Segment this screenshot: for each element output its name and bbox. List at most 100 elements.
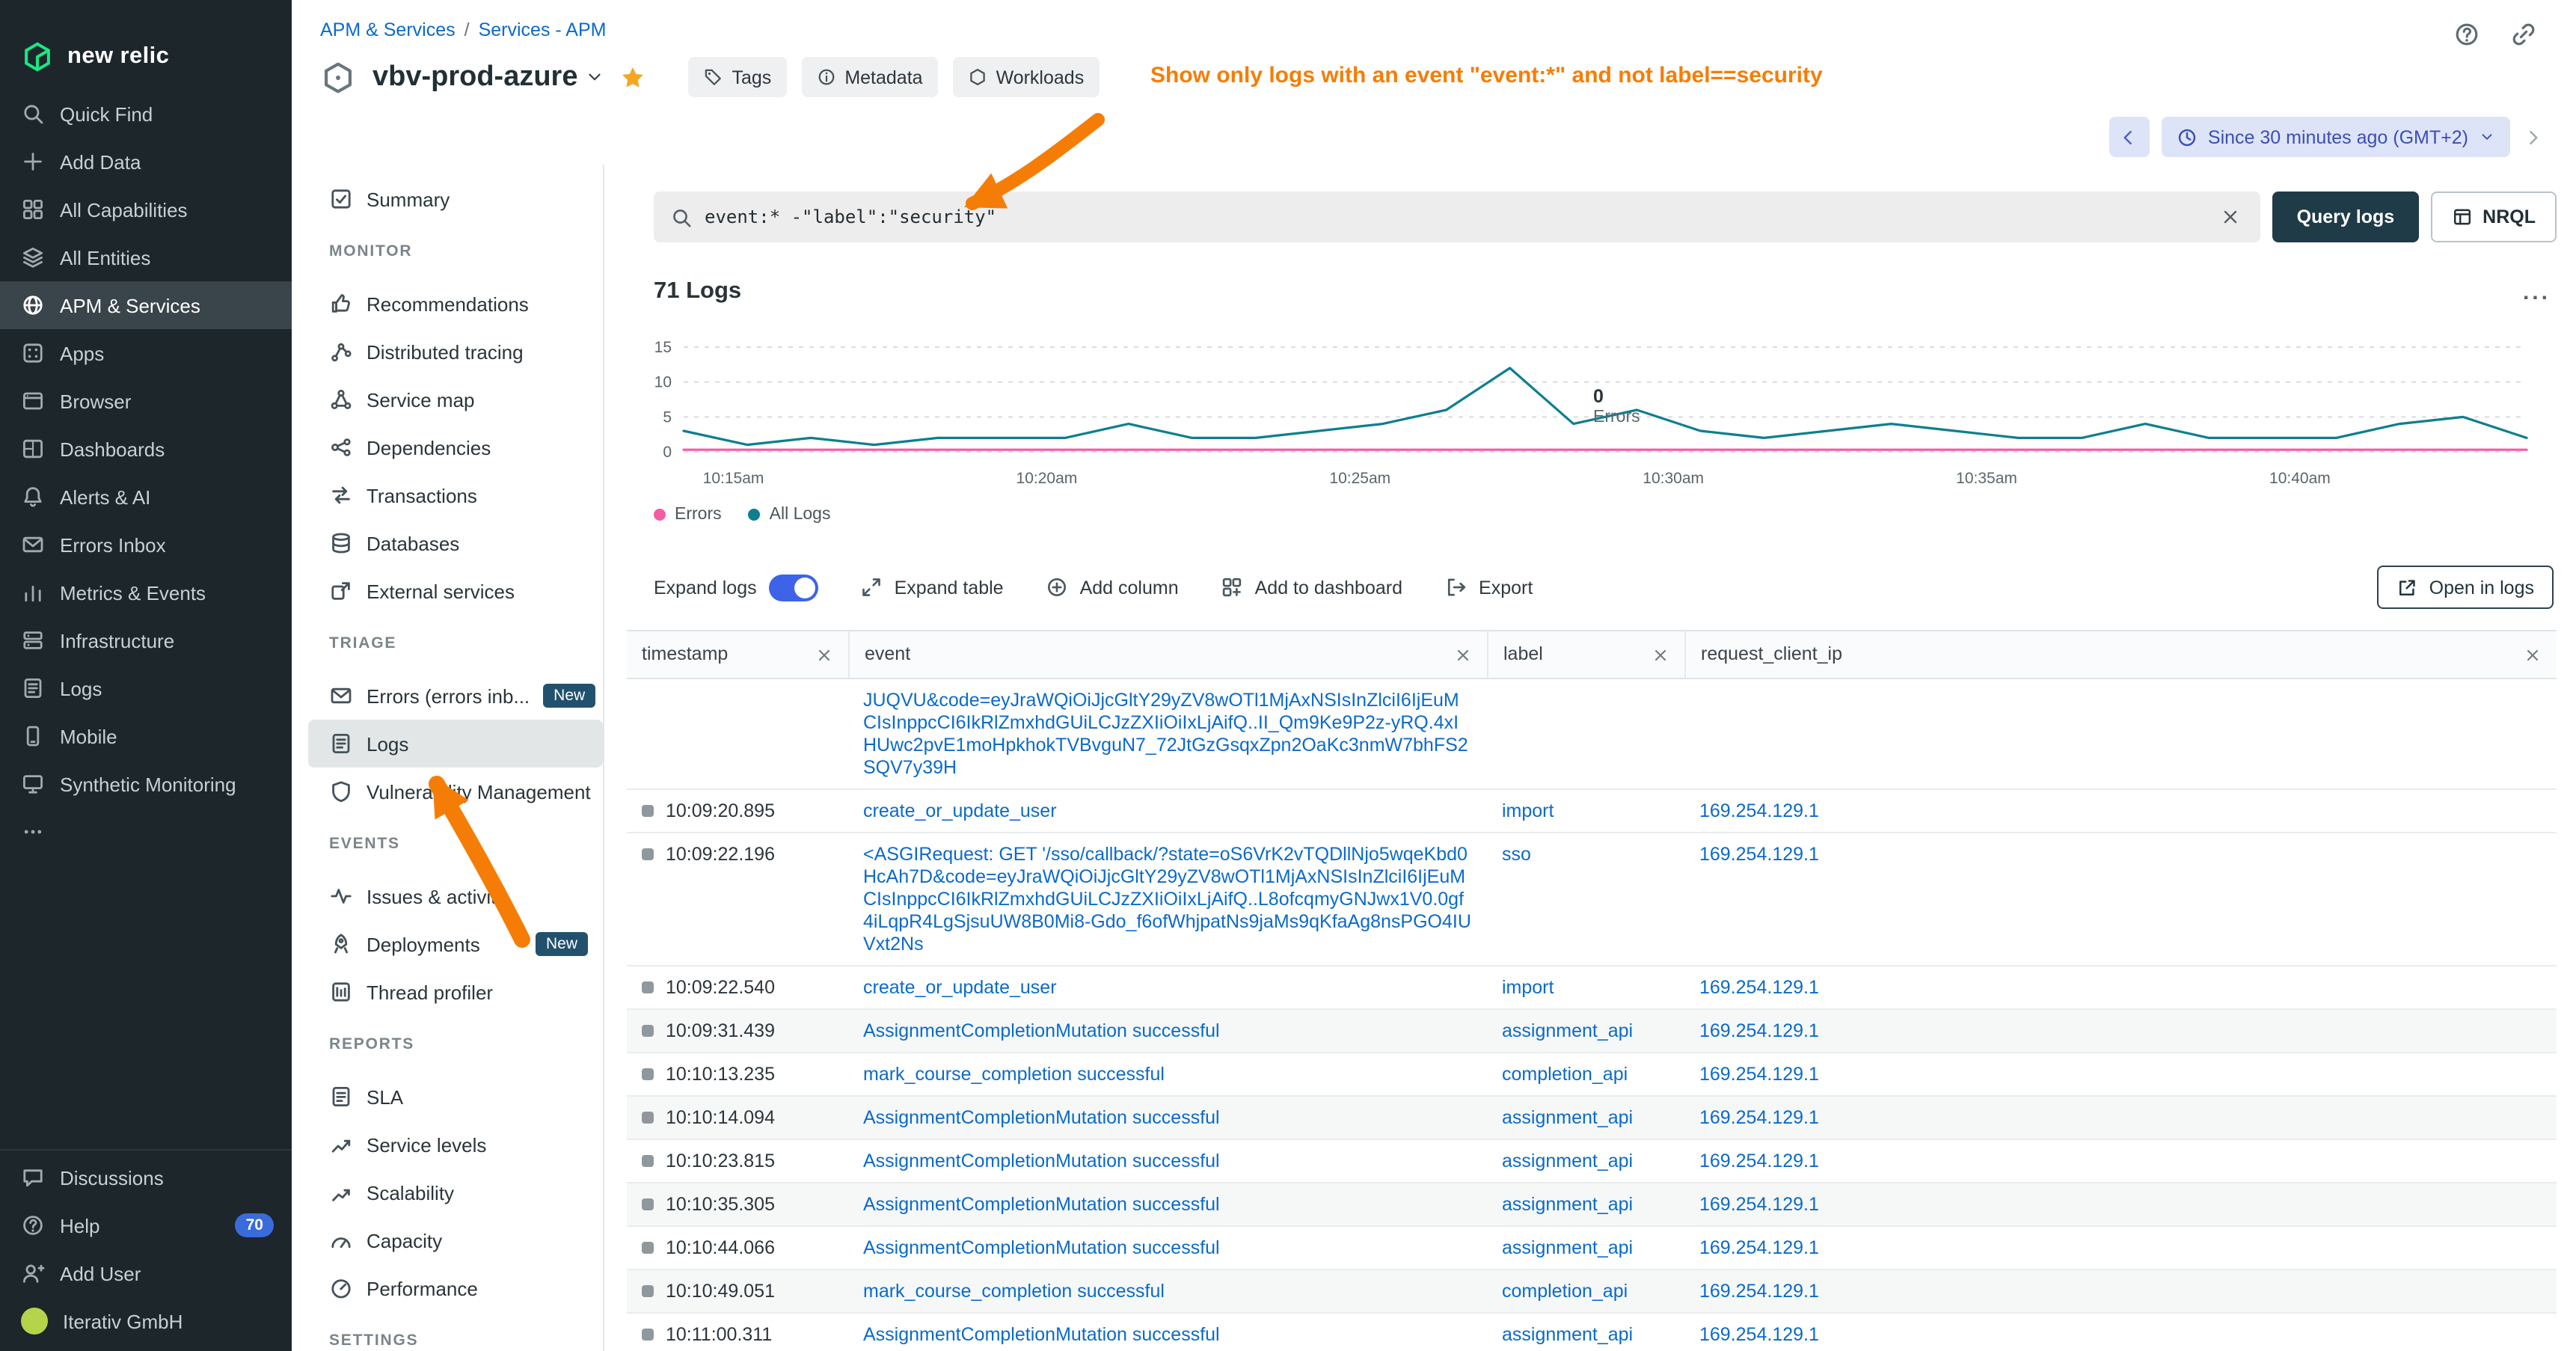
subnav-item-capacity[interactable]: Capacity bbox=[308, 1216, 603, 1264]
entity-switcher-chevron-icon[interactable] bbox=[586, 67, 605, 87]
row-select-checkbox[interactable] bbox=[642, 1155, 654, 1167]
permalink-button[interactable] bbox=[2504, 15, 2543, 54]
log-label-link[interactable]: import bbox=[1502, 800, 1554, 821]
log-label-link[interactable]: assignment_api bbox=[1502, 1237, 1633, 1257]
expand-table-button[interactable]: Expand table bbox=[860, 576, 1004, 598]
favorite-star-icon[interactable] bbox=[620, 64, 647, 91]
log-request-client-ip-link[interactable]: 169.254.129.1 bbox=[1699, 1280, 1819, 1301]
log-label-link[interactable]: completion_api bbox=[1502, 1280, 1628, 1301]
log-event-link[interactable]: AssignmentCompletionMutation successful bbox=[863, 1237, 1220, 1257]
more-options-icon[interactable]: ... bbox=[2523, 279, 2551, 304]
log-label-link[interactable]: import bbox=[1502, 976, 1554, 997]
workloads-button[interactable]: Workloads bbox=[953, 57, 1100, 97]
log-request-client-ip-link[interactable]: 169.254.129.1 bbox=[1699, 1237, 1819, 1257]
log-label-link[interactable]: sso bbox=[1502, 843, 1531, 864]
log-event-link[interactable]: AssignmentCompletionMutation successful bbox=[863, 1106, 1220, 1127]
sidebar-item-errors-inbox[interactable]: Errors Inbox bbox=[0, 521, 292, 569]
sidebar-item-add-data[interactable]: Add Data bbox=[0, 138, 292, 186]
logs-query-box[interactable] bbox=[654, 192, 2261, 242]
query-logs-button[interactable]: Query logs bbox=[2273, 192, 2419, 242]
time-forward-button[interactable] bbox=[2522, 126, 2543, 147]
sidebar-item-all-capabilities[interactable]: All Capabilities bbox=[0, 186, 292, 233]
row-select-checkbox[interactable] bbox=[642, 1285, 654, 1297]
log-event-link[interactable]: mark_course_completion successful bbox=[863, 1063, 1165, 1084]
subnav-item-scalability[interactable]: Scalability bbox=[308, 1168, 603, 1216]
log-request-client-ip-link[interactable]: 169.254.129.1 bbox=[1699, 1063, 1819, 1084]
row-select-checkbox[interactable] bbox=[642, 1068, 654, 1080]
subnav-item-external-services[interactable]: External services bbox=[308, 567, 603, 615]
subnav-item-thread-profiler[interactable]: Thread profiler bbox=[308, 968, 603, 1016]
sidebar-item-infrastructure[interactable]: Infrastructure bbox=[0, 616, 292, 664]
log-request-client-ip-link[interactable]: 169.254.129.1 bbox=[1699, 1106, 1819, 1127]
sidebar-item-logs[interactable]: Logs bbox=[0, 664, 292, 712]
add-to-dashboard-button[interactable]: Add to dashboard bbox=[1221, 576, 1402, 598]
row-select-checkbox[interactable] bbox=[642, 848, 654, 860]
sidebar-item-add-user[interactable]: Add User bbox=[0, 1249, 292, 1297]
log-table-row[interactable]: 10:10:14.094AssignmentCompletionMutation… bbox=[627, 1097, 2557, 1140]
log-event-link[interactable]: AssignmentCompletionMutation successful bbox=[863, 1020, 1220, 1041]
log-label-link[interactable]: completion_api bbox=[1502, 1063, 1628, 1084]
log-event-link[interactable]: create_or_update_user bbox=[863, 976, 1057, 997]
log-label-link[interactable]: assignment_api bbox=[1502, 1106, 1633, 1127]
time-range-picker[interactable]: Since 30 minutes ago (GMT+2) bbox=[2162, 117, 2510, 157]
remove-column-icon[interactable] bbox=[2524, 646, 2542, 664]
log-request-client-ip-link[interactable]: 169.254.129.1 bbox=[1699, 1020, 1819, 1041]
log-event-link[interactable]: mark_course_completion successful bbox=[863, 1280, 1165, 1301]
export-button[interactable]: Export bbox=[1444, 576, 1533, 598]
sidebar-item-metrics-events[interactable]: Metrics & Events bbox=[0, 569, 292, 616]
legend-errors[interactable]: Errors bbox=[654, 506, 722, 524]
log-table-row[interactable]: 10:10:23.815AssignmentCompletionMutation… bbox=[627, 1140, 2557, 1183]
log-table-row[interactable]: 10:09:20.895create_or_update_userimport1… bbox=[627, 790, 2557, 833]
subnav-item-databases[interactable]: Databases bbox=[308, 519, 603, 567]
metadata-button[interactable]: Metadata bbox=[801, 57, 937, 97]
row-select-checkbox[interactable] bbox=[642, 1242, 654, 1254]
log-request-client-ip-link[interactable]: 169.254.129.1 bbox=[1699, 800, 1819, 821]
sidebar-item-alerts-ai[interactable]: Alerts & AI bbox=[0, 473, 292, 521]
row-select-checkbox[interactable] bbox=[642, 1112, 654, 1124]
log-table-row[interactable]: 10:10:44.066AssignmentCompletionMutation… bbox=[627, 1227, 2557, 1270]
subnav-item-summary[interactable]: Summary bbox=[308, 175, 603, 223]
sidebar-item-dashboards[interactable]: Dashboards bbox=[0, 425, 292, 473]
log-request-client-ip-link[interactable]: 169.254.129.1 bbox=[1699, 1323, 1819, 1344]
log-event-link[interactable]: <ASGIRequest: GET '/sso/callback/?state=… bbox=[863, 843, 1471, 954]
sidebar-item-apps[interactable]: Apps bbox=[0, 329, 292, 377]
nrql-button[interactable]: NRQL bbox=[2430, 192, 2557, 242]
row-select-checkbox[interactable] bbox=[642, 1198, 654, 1210]
subnav-item-issues-activity[interactable]: Issues & activity bbox=[308, 872, 603, 920]
subnav-item-dependencies[interactable]: Dependencies bbox=[308, 423, 603, 471]
remove-column-icon[interactable] bbox=[815, 646, 833, 664]
breadcrumb-link-services-apm[interactable]: Services - APM bbox=[479, 19, 607, 40]
help-button[interactable] bbox=[2447, 15, 2486, 54]
log-event-link[interactable]: AssignmentCompletionMutation successful bbox=[863, 1193, 1220, 1214]
log-request-client-ip-link[interactable]: 169.254.129.1 bbox=[1699, 976, 1819, 997]
log-label-link[interactable]: assignment_api bbox=[1502, 1020, 1633, 1041]
log-table-row[interactable]: 10:09:22.196<ASGIRequest: GET '/sso/call… bbox=[627, 833, 2557, 966]
open-in-logs-button[interactable]: Open in logs bbox=[2377, 566, 2554, 609]
log-table-row[interactable]: 10:10:35.305AssignmentCompletionMutation… bbox=[627, 1183, 2557, 1227]
sidebar-item-help[interactable]: Help70 bbox=[0, 1201, 292, 1249]
row-select-checkbox[interactable] bbox=[642, 805, 654, 817]
sidebar-item-discussions[interactable]: Discussions bbox=[0, 1154, 292, 1201]
sidebar-item-mobile[interactable]: Mobile bbox=[0, 712, 292, 760]
expand-logs-toggle[interactable] bbox=[769, 574, 818, 601]
log-event-link[interactable]: AssignmentCompletionMutation successful bbox=[863, 1150, 1220, 1171]
log-request-client-ip-link[interactable]: 169.254.129.1 bbox=[1699, 1193, 1819, 1214]
subnav-item-recommendations[interactable]: Recommendations bbox=[308, 280, 603, 328]
log-table-row[interactable]: 10:11:00.311AssignmentCompletionMutation… bbox=[627, 1314, 2557, 1351]
legend-all-logs[interactable]: All Logs bbox=[749, 506, 831, 524]
time-back-button[interactable] bbox=[2109, 117, 2150, 157]
clear-query-icon[interactable] bbox=[2213, 206, 2249, 227]
subnav-item-logs[interactable]: Logs bbox=[308, 720, 603, 768]
log-event-link[interactable]: create_or_update_user bbox=[863, 800, 1057, 821]
row-select-checkbox[interactable] bbox=[642, 981, 654, 993]
subnav-item-errors-errors-inb[interactable]: Errors (errors inb...New bbox=[308, 672, 603, 720]
log-table-row[interactable]: 10:10:13.235mark_course_completion succe… bbox=[627, 1053, 2557, 1097]
breadcrumb-link-apm-services[interactable]: APM & Services bbox=[320, 19, 456, 40]
sidebar-item-iterativ-gmbh[interactable]: Iterativ GmbH bbox=[0, 1297, 292, 1345]
add-column-button[interactable]: Add column bbox=[1046, 576, 1179, 598]
log-label-link[interactable]: assignment_api bbox=[1502, 1193, 1633, 1214]
remove-column-icon[interactable] bbox=[1454, 646, 1472, 664]
log-table-row[interactable]: 10:09:22.540create_or_update_userimport1… bbox=[627, 966, 2557, 1010]
log-table-row[interactable]: 10:09:31.439AssignmentCompletionMutation… bbox=[627, 1010, 2557, 1053]
subnav-item-vulnerability-management[interactable]: Vulnerability Management bbox=[308, 768, 603, 815]
